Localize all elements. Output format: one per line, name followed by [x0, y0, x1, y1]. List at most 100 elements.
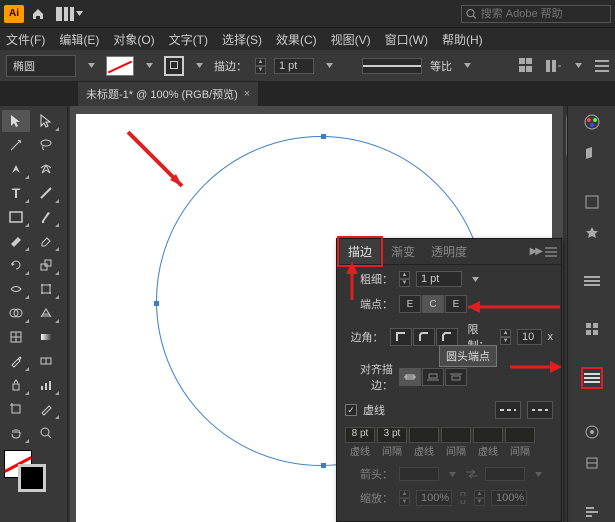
close-tab-icon[interactable]: × — [244, 88, 250, 100]
artboard-tool[interactable] — [2, 398, 30, 420]
free-transform-tool[interactable] — [32, 278, 60, 300]
align-center-button[interactable] — [399, 368, 421, 386]
collapse-panel-icon[interactable]: ▶▶ — [530, 246, 541, 257]
magic-wand-tool[interactable] — [2, 134, 30, 156]
limit-spinner[interactable]: ▲▼ — [500, 329, 511, 345]
stroke-profile[interactable] — [362, 58, 422, 74]
hand-tool[interactable] — [2, 422, 30, 444]
shape-name-field[interactable]: 椭圆 — [6, 55, 76, 77]
menu-help[interactable]: 帮助(H) — [442, 31, 483, 48]
width-tool[interactable] — [2, 278, 30, 300]
menu-effect[interactable]: 效果(C) — [276, 31, 317, 48]
weight-spinner[interactable]: ▲▼ — [399, 271, 410, 287]
menu-select[interactable]: 选择(S) — [222, 31, 262, 48]
align-panel-icon-right[interactable] — [581, 501, 603, 522]
menu-window[interactable]: 窗口(W) — [385, 31, 428, 48]
dashed-line-checkbox[interactable]: ✓ — [345, 404, 357, 416]
color-panel-icon[interactable] — [581, 112, 603, 133]
shaper-tool[interactable] — [2, 230, 30, 252]
link-scale-icon[interactable] — [458, 492, 468, 504]
column-graph-tool[interactable] — [32, 374, 60, 396]
properties-panel-icon[interactable] — [581, 367, 603, 388]
cap-butt-button[interactable]: E — [399, 295, 421, 313]
stroke-swatch[interactable] — [164, 56, 184, 76]
menu-file[interactable]: 文件(F) — [6, 31, 45, 48]
align-dropdown[interactable] — [571, 59, 585, 73]
slice-tool[interactable] — [32, 398, 60, 420]
corner-miter-button[interactable] — [390, 328, 412, 346]
graphic-styles-panel-icon[interactable] — [581, 453, 603, 474]
stroke-panel-toggle-icon[interactable] — [581, 271, 603, 292]
stroke-weight-dropdown[interactable] — [322, 59, 336, 73]
arrow-end-select[interactable] — [485, 467, 525, 481]
zoom-tool[interactable] — [32, 422, 60, 444]
blend-tool[interactable] — [32, 350, 60, 372]
limit-input[interactable]: 10 — [517, 329, 541, 345]
gap-3-input[interactable] — [505, 427, 535, 443]
document-tab[interactable]: 未标题-1* @ 100% (RGB/预览) × — [78, 82, 258, 106]
dash-align-button[interactable] — [527, 401, 553, 419]
line-tool[interactable] — [32, 182, 60, 204]
symbol-sprayer-tool[interactable] — [2, 374, 30, 396]
rectangle-tool[interactable] — [2, 206, 30, 228]
gap-1-input[interactable]: 3 pt — [377, 427, 407, 443]
shape-name-dropdown[interactable] — [84, 59, 98, 73]
dash-3-input[interactable] — [473, 427, 503, 443]
corner-round-button[interactable] — [413, 328, 435, 346]
arrow-start-select[interactable] — [399, 467, 439, 481]
cap-round-button[interactable]: C — [422, 295, 444, 313]
gradient-tool[interactable] — [32, 326, 60, 348]
appearance-panel-icon[interactable] — [581, 422, 603, 443]
eyedropper-tool[interactable] — [2, 350, 30, 372]
curvature-tool[interactable] — [32, 158, 60, 180]
fill-dropdown[interactable] — [142, 59, 156, 73]
weight-input[interactable]: 1 pt — [416, 271, 462, 287]
lasso-tool[interactable] — [32, 134, 60, 156]
type-tool[interactable]: T — [2, 182, 30, 204]
swap-arrows-icon[interactable] — [465, 469, 479, 479]
menu-type[interactable]: 文字(T) — [169, 31, 208, 48]
arrange-documents-button[interactable] — [52, 5, 87, 23]
stroke-color-box[interactable] — [18, 464, 46, 492]
menu-view[interactable]: 视图(V) — [331, 31, 371, 48]
arrow-start-dropdown[interactable] — [445, 467, 459, 481]
dash-preserve-button[interactable] — [495, 401, 521, 419]
panel-flyout-menu-icon[interactable] — [545, 247, 557, 257]
dash-1-input[interactable]: 8 pt — [345, 427, 375, 443]
arrow-end-dropdown[interactable] — [531, 467, 545, 481]
stroke-dropdown[interactable] — [192, 59, 206, 73]
symbols-panel-icon[interactable] — [581, 222, 603, 243]
scale-tool[interactable] — [32, 254, 60, 276]
align-panel-icon[interactable] — [545, 58, 561, 74]
stroke-weight-spinner[interactable]: ▲▼ — [255, 58, 266, 74]
eraser-tool[interactable] — [32, 230, 60, 252]
weight-dropdown[interactable] — [468, 272, 482, 286]
search-box[interactable] — [461, 5, 611, 23]
scale-start-input[interactable]: 100% — [416, 490, 452, 506]
pen-tool[interactable] — [2, 158, 30, 180]
tab-transparency[interactable]: 透明度 — [423, 239, 475, 264]
paintbrush-tool[interactable] — [32, 206, 60, 228]
layers-panel-icon[interactable] — [581, 319, 603, 340]
profile-dropdown[interactable] — [460, 59, 474, 73]
fill-stroke-indicator[interactable] — [2, 450, 48, 490]
swatches-panel-icon[interactable] — [581, 143, 603, 164]
essentials-icon[interactable] — [519, 58, 535, 74]
menu-edit[interactable]: 编辑(E) — [59, 31, 99, 48]
tab-gradient[interactable]: 渐变 — [383, 239, 423, 264]
align-outside-button[interactable] — [445, 368, 467, 386]
menu-object[interactable]: 对象(O) — [113, 31, 154, 48]
align-inside-button[interactable] — [422, 368, 444, 386]
panel-menu-icon[interactable] — [595, 60, 609, 72]
perspective-grid-tool[interactable] — [32, 302, 60, 324]
shape-builder-tool[interactable] — [2, 302, 30, 324]
scale-end-input[interactable]: 100% — [491, 490, 527, 506]
stroke-weight-input[interactable]: 1 pt — [274, 58, 314, 74]
rotate-tool[interactable] — [2, 254, 30, 276]
search-input[interactable] — [481, 8, 606, 20]
fill-swatch[interactable] — [106, 56, 134, 76]
corner-bevel-button[interactable] — [436, 328, 458, 346]
mesh-tool[interactable] — [2, 326, 30, 348]
scale-start-spinner[interactable]: ▲▼ — [399, 490, 410, 506]
gap-2-input[interactable] — [441, 427, 471, 443]
